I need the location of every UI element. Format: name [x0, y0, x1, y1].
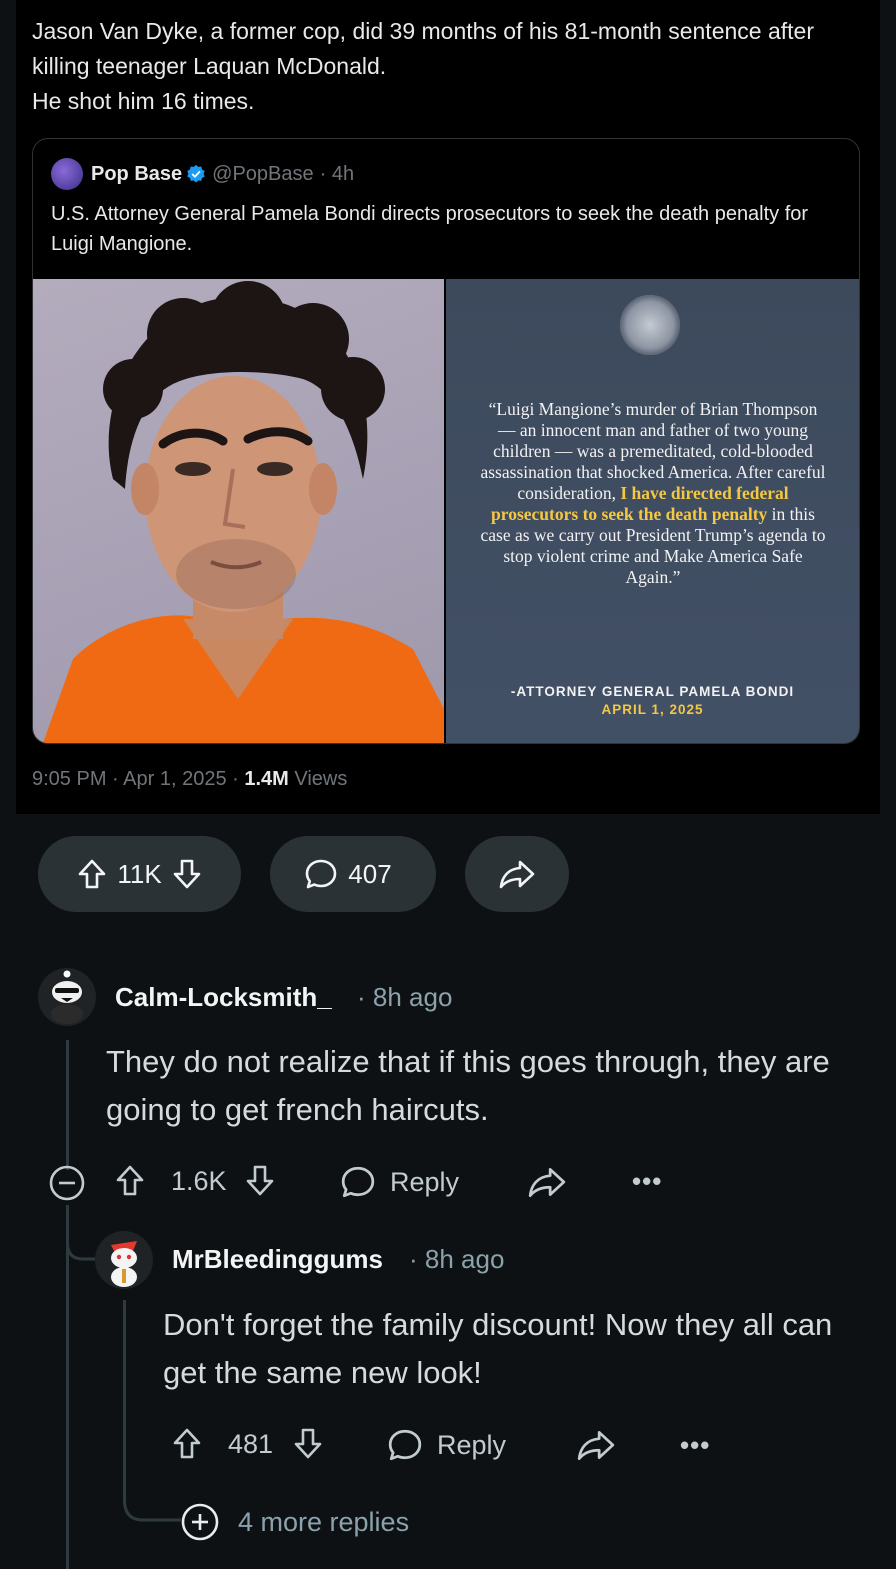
reply-vote-group: 481 [172, 1427, 323, 1461]
downvote-icon[interactable] [172, 858, 202, 890]
tweet-timestamp: 9:05 PM · Apr 1, 2025 · [32, 768, 245, 790]
doj-signature: -ATTORNEY GENERAL PAMELA BONDI [510, 684, 795, 699]
mugshot-photo [33, 279, 444, 743]
quoted-tweet-header: Pop Base @PopBase · 4h [51, 157, 354, 191]
downvote-icon[interactable] [293, 1427, 323, 1461]
more-options-icon[interactable]: ••• [632, 1166, 662, 1197]
post-score: 11K [117, 858, 162, 889]
reply-body: Don't forget the family discount! Now th… [163, 1307, 833, 1390]
comment-share-button[interactable] [527, 1164, 567, 1200]
comment-username[interactable]: Calm-Locksmith_ [115, 982, 332, 1013]
comments-button[interactable]: 407 [270, 836, 436, 912]
reply-more-options-icon[interactable]: ••• [680, 1430, 710, 1461]
reply-share-button[interactable] [576, 1427, 616, 1463]
reply-button[interactable]: Reply [340, 1164, 459, 1200]
share-icon [577, 1431, 615, 1461]
comment-age: 8h ago [372, 982, 453, 1012]
commenter-avatar[interactable] [38, 968, 96, 1026]
downvote-icon[interactable] [245, 1164, 275, 1198]
quoted-tweet-text: U.S. Attorney General Pamela Bondi direc… [51, 203, 809, 255]
quoted-author-name: Pop Base [91, 162, 183, 185]
quoted-author-handle: @PopBase [212, 162, 314, 185]
comment-bubble-icon [305, 859, 337, 889]
share-icon [499, 860, 535, 889]
reply-age: 8h ago [424, 1244, 505, 1274]
reply-username[interactable]: MrBleedinggums [172, 1244, 383, 1275]
doj-seal-icon [620, 295, 680, 355]
reply-thread-line[interactable] [123, 1300, 126, 1440]
comment-vote-group: 1.6K [115, 1164, 275, 1198]
upvote-icon[interactable] [77, 858, 107, 890]
vote-pill: 11K [38, 836, 241, 912]
mugshot-illustration [43, 281, 444, 743]
reply-reply-label: Reply [437, 1429, 507, 1460]
tweet-text: Jason Van Dyke, a former cop, did 39 mon… [32, 18, 814, 114]
doj-date: APRIL 1, 2025 [601, 702, 704, 717]
reply-avatar[interactable] [95, 1231, 153, 1289]
more-replies-button[interactable]: 4 more replies [180, 1502, 409, 1542]
snoo-avatar-icon [51, 970, 83, 1024]
quoted-tweet-card: Pop Base @PopBase · 4h U.S. Attorney Gen… [32, 138, 860, 744]
tweet-views-label: Views [288, 768, 348, 790]
reply-reply-button[interactable]: Reply [387, 1427, 506, 1463]
share-button[interactable] [465, 836, 569, 912]
doj-quote-graphic: “Luigi Mangione’s murder of Brian Thomps… [446, 279, 859, 743]
tweet-views-count: 1.4M [244, 768, 289, 790]
doj-signature-block: -ATTORNEY GENERAL PAMELA BONDI APRIL 1, … [446, 683, 859, 719]
verified-badge-icon [187, 164, 205, 183]
comment-bubble-icon [388, 1429, 422, 1461]
quoted-tweet-age: · 4h [319, 162, 355, 185]
comment-count: 407 [348, 858, 392, 889]
collapse-thread-button[interactable] [48, 1164, 86, 1202]
doj-statement: “Luigi Mangione’s murder of Brian Thomps… [480, 399, 826, 588]
collapse-minus-icon [49, 1165, 85, 1201]
more-replies-connector [123, 1440, 181, 1522]
more-replies-label: 4 more replies [238, 1506, 410, 1537]
tweet-meta: 9:05 PM · Apr 1, 2025 · 1.4M Views [32, 768, 347, 791]
expand-plus-icon [181, 1503, 219, 1541]
popbase-avatar [51, 158, 83, 190]
comment-timestamp: · 8h ago [357, 982, 453, 1012]
thread-line[interactable] [66, 1040, 69, 1170]
comment-body: They do not realize that if this goes th… [106, 1044, 830, 1127]
upvote-icon[interactable] [115, 1164, 145, 1198]
reply-score: 481 [228, 1428, 274, 1459]
reply-label: Reply [390, 1166, 460, 1197]
snoo-avatar-icon [111, 1241, 137, 1287]
embedded-tweet-image: Jason Van Dyke, a former cop, did 39 mon… [16, 0, 880, 814]
comment-bubble-icon [341, 1166, 375, 1198]
reply-timestamp: · 8h ago [409, 1244, 505, 1274]
share-icon [528, 1168, 566, 1198]
comment-score: 1.6K [171, 1165, 227, 1196]
